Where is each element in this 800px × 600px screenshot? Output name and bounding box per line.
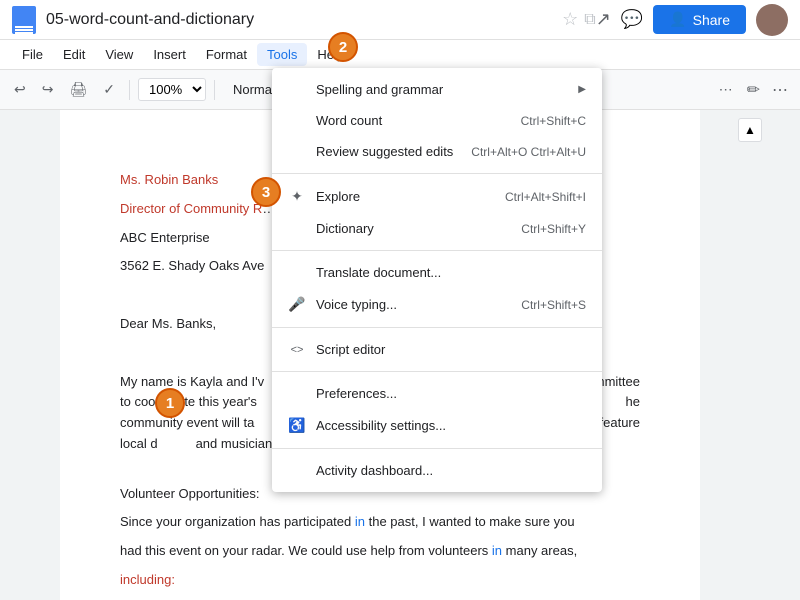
menu-view[interactable]: View (95, 43, 143, 66)
docs-logo-icon (12, 6, 36, 34)
menu-item-dictionary[interactable]: Dictionary Ctrl+Shift+Y (272, 213, 602, 244)
toolbar-divider-2 (214, 80, 215, 100)
zoom-select[interactable]: 100% (138, 78, 206, 101)
left-margin (0, 110, 60, 600)
menu-format[interactable]: Format (196, 43, 257, 66)
star-icon[interactable]: ☆ (562, 9, 578, 30)
more-tools-button[interactable]: ⋯ (713, 77, 739, 102)
dictionary-shortcut: Ctrl+Shift+Y (521, 222, 586, 236)
chat-icon[interactable]: 💬 (621, 9, 643, 30)
badge-1: 1 (155, 388, 185, 418)
title-bar: 05-word-count-and-dictionary ☆ ⧉ ↗ 💬 👤 S… (0, 0, 800, 40)
voice-icon: 🎤 (288, 296, 306, 313)
header-actions: ↗ 💬 👤 Share (596, 4, 788, 36)
including-label: including: (120, 570, 640, 591)
menu-item-voice[interactable]: 🎤 Voice typing... Ctrl+Shift+S (272, 288, 602, 321)
menu-item-review[interactable]: Review suggested edits Ctrl+Alt+O Ctrl+A… (272, 136, 602, 167)
accessibility-label: Accessibility settings... (316, 418, 446, 433)
document-title[interactable]: 05-word-count-and-dictionary (46, 11, 554, 29)
explore-shortcut: Ctrl+Alt+Shift+I (505, 190, 586, 204)
review-label: Review suggested edits (316, 144, 453, 159)
menu-divider-2 (272, 250, 602, 251)
badge-3: 3 (251, 177, 281, 207)
spelling-label: Spelling and grammar (316, 82, 443, 97)
volunteer-line1: Since your organization has participated… (120, 512, 640, 533)
menu-item-activity[interactable]: Activity dashboard... (272, 455, 602, 486)
activity-label: Activity dashboard... (316, 463, 433, 478)
voice-label: Voice typing... (316, 297, 397, 312)
menu-item-explore[interactable]: ✦ Explore Ctrl+Alt+Shift+I (272, 180, 602, 213)
avatar[interactable] (756, 4, 788, 36)
more-icon[interactable]: ⋯ (768, 76, 792, 104)
volunteer-line2: had this event on your radar. We could u… (120, 541, 640, 562)
spellcheck-button[interactable]: ✓ (97, 77, 121, 102)
script-label: Script editor (316, 342, 385, 357)
print-button[interactable]: 🖨 (63, 77, 93, 102)
script-icon: <> (288, 344, 306, 356)
folder-icon[interactable]: ⧉ (584, 11, 595, 29)
edit-icon[interactable]: ✏ (743, 76, 764, 104)
share-button[interactable]: 👤 Share (653, 5, 746, 34)
dictionary-label: Dictionary (316, 221, 374, 236)
menu-item-script[interactable]: <> Script editor (272, 334, 602, 365)
explore-icon: ✦ (288, 188, 306, 205)
undo-button[interactable]: ↩ (8, 77, 32, 102)
menu-item-translate[interactable]: Translate document... (272, 257, 602, 288)
menu-item-accessibility[interactable]: ♿ Accessibility settings... (272, 409, 602, 442)
accessibility-icon: ♿ (288, 417, 306, 434)
wordcount-shortcut: Ctrl+Shift+C (521, 114, 586, 128)
review-shortcut: Ctrl+Alt+O Ctrl+Alt+U (471, 145, 586, 159)
preferences-label: Preferences... (316, 386, 397, 401)
share-icon: 👤 (669, 11, 686, 28)
menu-item-spelling[interactable]: Spelling and grammar (272, 74, 602, 105)
wordcount-label: Word count (316, 113, 382, 128)
badge-2: 2 (328, 32, 358, 62)
menu-divider-1 (272, 173, 602, 174)
menu-edit[interactable]: Edit (53, 43, 95, 66)
tools-dropdown-menu[interactable]: Spelling and grammar Word count Ctrl+Shi… (272, 68, 602, 492)
menu-divider-3 (272, 327, 602, 328)
menu-divider-4 (272, 371, 602, 372)
explore-label: Explore (316, 189, 360, 204)
menu-item-preferences[interactable]: Preferences... (272, 378, 602, 409)
scroll-up-button[interactable]: ▲ (738, 118, 762, 142)
menu-item-wordcount[interactable]: Word count Ctrl+Shift+C (272, 105, 602, 136)
right-margin: ▲ (700, 110, 800, 600)
voice-shortcut: Ctrl+Shift+S (521, 298, 586, 312)
menu-divider-5 (272, 448, 602, 449)
menu-insert[interactable]: Insert (143, 43, 196, 66)
translate-label: Translate document... (316, 265, 441, 280)
toolbar-divider-1 (129, 80, 130, 100)
menu-file[interactable]: File (12, 43, 53, 66)
menu-bar: File Edit View Insert Format Tools Help (0, 40, 800, 70)
redo-button[interactable]: ↪ (36, 77, 60, 102)
menu-tools[interactable]: Tools (257, 43, 307, 66)
trending-icon[interactable]: ↗ (596, 9, 611, 30)
